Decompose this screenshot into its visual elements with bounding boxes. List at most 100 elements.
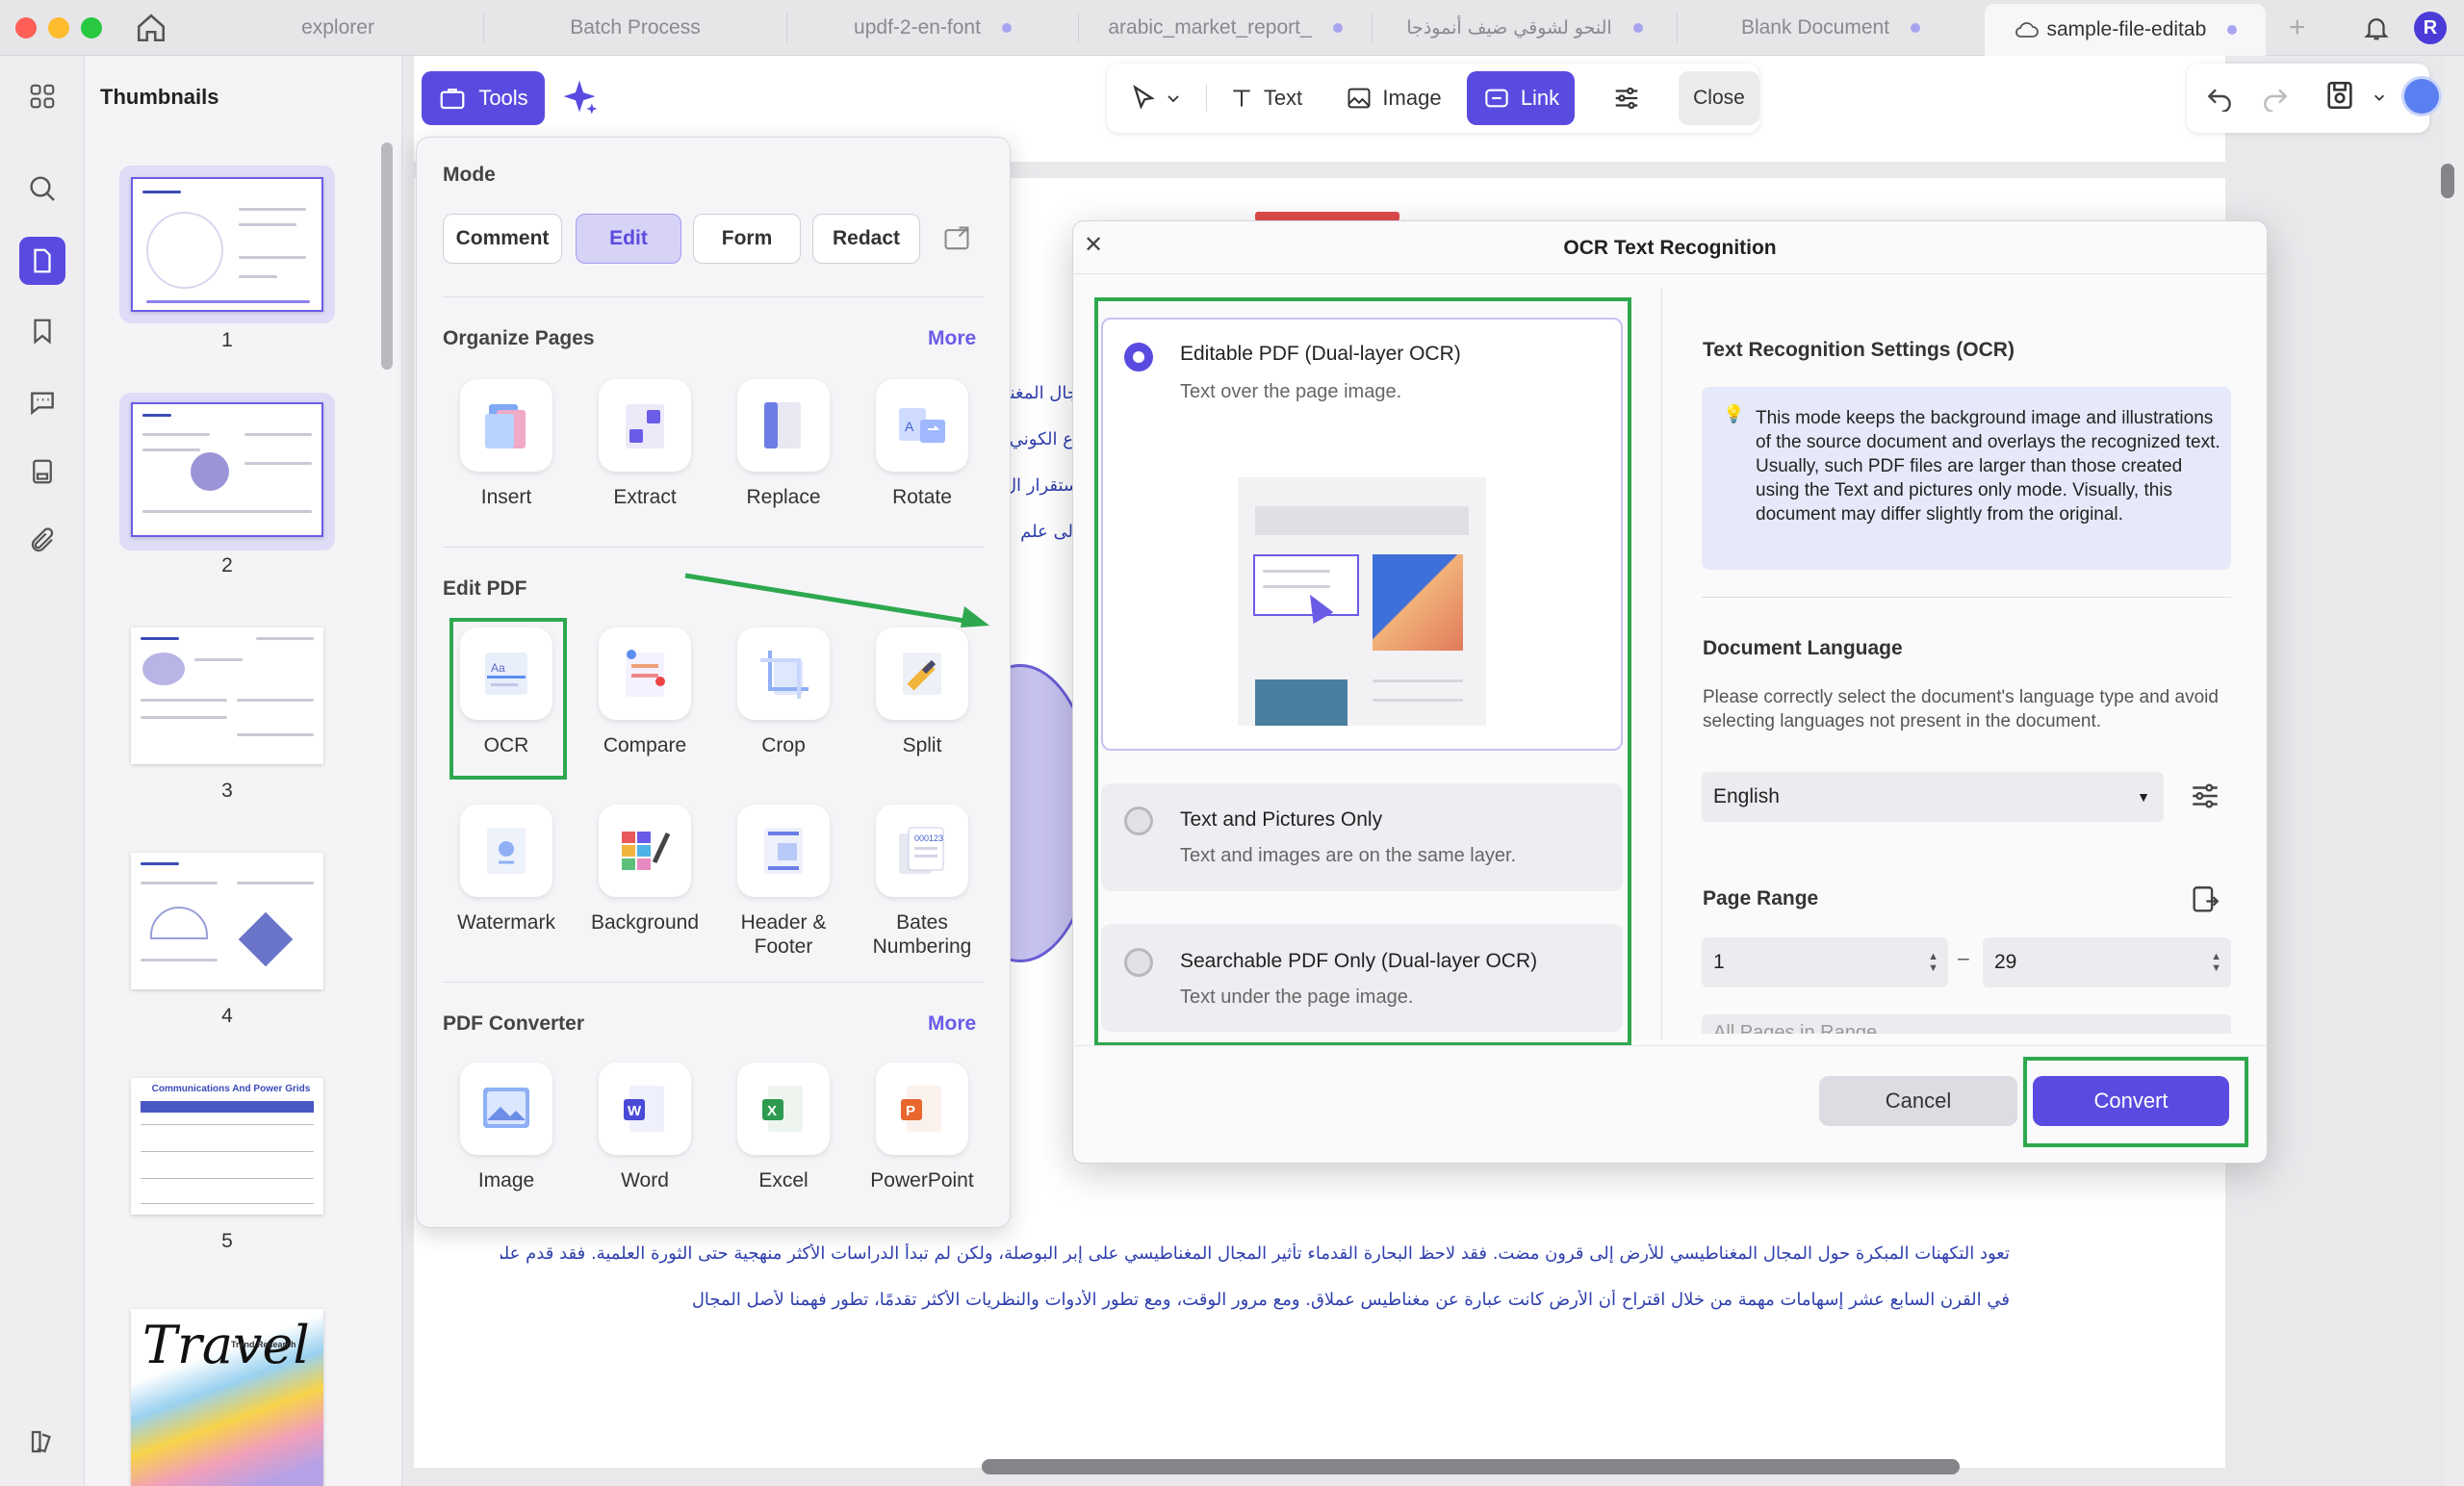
select-pointer-button[interactable]: [1116, 71, 1194, 125]
thumbnail-page-1[interactable]: [131, 177, 323, 312]
page-number: 2: [221, 554, 233, 576]
tab-batch-process[interactable]: Batch Process: [484, 0, 786, 56]
bates-numbering-tool[interactable]: 000123 Bates Numbering: [855, 805, 989, 959]
range-to-value: 29: [1994, 951, 2017, 973]
save-icon[interactable]: [2323, 79, 2356, 112]
thumbnails-page-icon[interactable]: [19, 237, 65, 285]
avatar[interactable]: R: [2414, 12, 2447, 44]
add-link-button[interactable]: Link: [1467, 71, 1575, 125]
tab-blank-document[interactable]: Blank Document: [1678, 0, 1984, 56]
divider: [443, 547, 984, 548]
convert-powerpoint-tool[interactable]: P PowerPoint: [855, 1063, 989, 1192]
tab-label: explorer: [301, 16, 374, 38]
stepper-arrows-icon[interactable]: ▲ ▼: [2211, 951, 2221, 974]
convert-excel-tool[interactable]: X Excel: [716, 1063, 851, 1192]
tab-sample-file-active[interactable]: sample-file-editab: [1985, 4, 2266, 56]
stepper-arrows-icon[interactable]: ▲ ▼: [1928, 951, 1938, 974]
thumbnail-page-2[interactable]: [131, 402, 323, 537]
tab-explorer[interactable]: explorer: [192, 0, 483, 56]
thumbnail-page-6[interactable]: Travel Trend Research: [131, 1309, 323, 1486]
tab-label: arabic_market_report_: [1108, 16, 1312, 38]
properties-button[interactable]: [1598, 71, 1656, 125]
page-range-options-icon[interactable]: [2189, 884, 2221, 916]
chevron-down-icon: [1168, 95, 1179, 103]
redo-icon[interactable]: [2260, 81, 2291, 112]
close-edit-button[interactable]: Close: [1679, 71, 1759, 125]
header-footer-icon: [737, 805, 830, 897]
extract-tool[interactable]: Extract: [578, 379, 712, 509]
page-number: 1: [221, 329, 233, 351]
add-image-button[interactable]: Image: [1334, 71, 1453, 125]
tab-arabic-grammar[interactable]: النحو لشوقي ضيف أنموذجا: [1373, 0, 1677, 56]
ai-assistant-icon[interactable]: [2404, 79, 2439, 114]
split-tool[interactable]: Split: [855, 628, 989, 757]
insert-tool[interactable]: Insert: [439, 379, 574, 509]
window-zoom-button[interactable]: [81, 17, 102, 38]
edit-pdf-title: Edit PDF: [443, 577, 527, 600]
page-range-from-input[interactable]: 1 ▲ ▼: [1702, 937, 1948, 987]
thumbnail-page-4[interactable]: [131, 853, 323, 989]
horizontal-scrollbar[interactable]: [982, 1459, 1960, 1474]
dropdown-caret-icon: ▼: [2137, 789, 2150, 805]
watermark-icon: [460, 805, 552, 897]
thumbnails-scrollbar[interactable]: [381, 142, 393, 370]
bell-icon[interactable]: [2362, 13, 2391, 42]
add-text-button[interactable]: Text: [1215, 71, 1317, 125]
watermark-label: Watermark: [457, 911, 555, 934]
vertical-scrollbar[interactable]: [2441, 164, 2454, 198]
chevron-down-icon[interactable]: [2372, 90, 2387, 104]
new-tab-plus-icon[interactable]: +: [2289, 12, 2306, 44]
search-icon[interactable]: [21, 167, 64, 210]
apps-grid-icon[interactable]: [21, 75, 64, 117]
converter-more-link[interactable]: More: [928, 1012, 976, 1036]
language-value: English: [1713, 785, 1780, 807]
unsaved-dot-icon: [1332, 23, 1343, 33]
tab-arabic-market-report[interactable]: arabic_market_report_: [1079, 0, 1372, 56]
watermark-tool[interactable]: Watermark: [439, 805, 574, 935]
ai-sparkle-icon[interactable]: [558, 77, 601, 119]
thumbnail-page-5[interactable]: Communications And Power Grids: [131, 1078, 323, 1215]
tab-updf-font[interactable]: updf-2-en-font: [787, 0, 1078, 56]
rotate-tool[interactable]: A Rotate: [855, 379, 989, 509]
replace-tool[interactable]: Replace: [716, 379, 851, 509]
page-range-to-input[interactable]: 29 ▲ ▼: [1983, 937, 2231, 987]
language-select[interactable]: English ▼: [1702, 772, 2164, 822]
language-settings-icon[interactable]: [2189, 780, 2221, 812]
window-close-button[interactable]: [15, 17, 37, 38]
layers-icon[interactable]: [21, 1421, 64, 1463]
convert-image-tool[interactable]: Image: [439, 1063, 574, 1192]
convert-word-tool[interactable]: W Word: [578, 1063, 712, 1192]
mode-form-button[interactable]: Form: [693, 214, 801, 264]
mode-comment-button[interactable]: Comment: [443, 214, 562, 264]
background-tool[interactable]: Background: [578, 805, 712, 935]
window-minimize-button[interactable]: [48, 17, 69, 38]
page-range-title: Page Range: [1703, 887, 1819, 910]
undo-icon[interactable]: [2204, 81, 2235, 112]
mode-redact-button[interactable]: Redact: [812, 214, 920, 264]
cancel-button[interactable]: Cancel: [1819, 1076, 2017, 1126]
tab-label: updf-2-en-font: [854, 16, 981, 38]
info-text: This mode keeps the background image and…: [1756, 408, 2220, 525]
comment-icon[interactable]: [21, 381, 64, 423]
unsaved-dot-icon: [1911, 23, 1921, 33]
page-text-fragment: إلى علم: [1020, 522, 1078, 542]
header-footer-tool[interactable]: Header & Footer: [716, 805, 851, 959]
home-icon[interactable]: [135, 12, 167, 44]
header-footer-label: Header & Footer: [740, 911, 827, 958]
divider: [1702, 597, 2231, 598]
tools-button[interactable]: Tools: [422, 71, 545, 125]
replace-icon: [737, 379, 830, 472]
convert-image-label: Image: [477, 1169, 535, 1191]
range-select-value: All Pages in Range: [1702, 1014, 2231, 1034]
organize-more-link[interactable]: More: [928, 327, 976, 350]
attachment-icon[interactable]: [21, 520, 64, 562]
crop-tool[interactable]: Crop: [716, 628, 851, 757]
page-range-select[interactable]: All Pages in Range: [1702, 1014, 2231, 1034]
bookmark-icon[interactable]: [21, 310, 64, 352]
mode-edit-button[interactable]: Edit: [576, 214, 681, 264]
thumbnail-page-3[interactable]: [131, 628, 323, 764]
external-window-icon[interactable]: [941, 225, 972, 252]
compare-tool[interactable]: Compare: [578, 628, 712, 757]
link-label: Link: [1520, 86, 1560, 110]
page-organize-icon[interactable]: [21, 450, 64, 493]
